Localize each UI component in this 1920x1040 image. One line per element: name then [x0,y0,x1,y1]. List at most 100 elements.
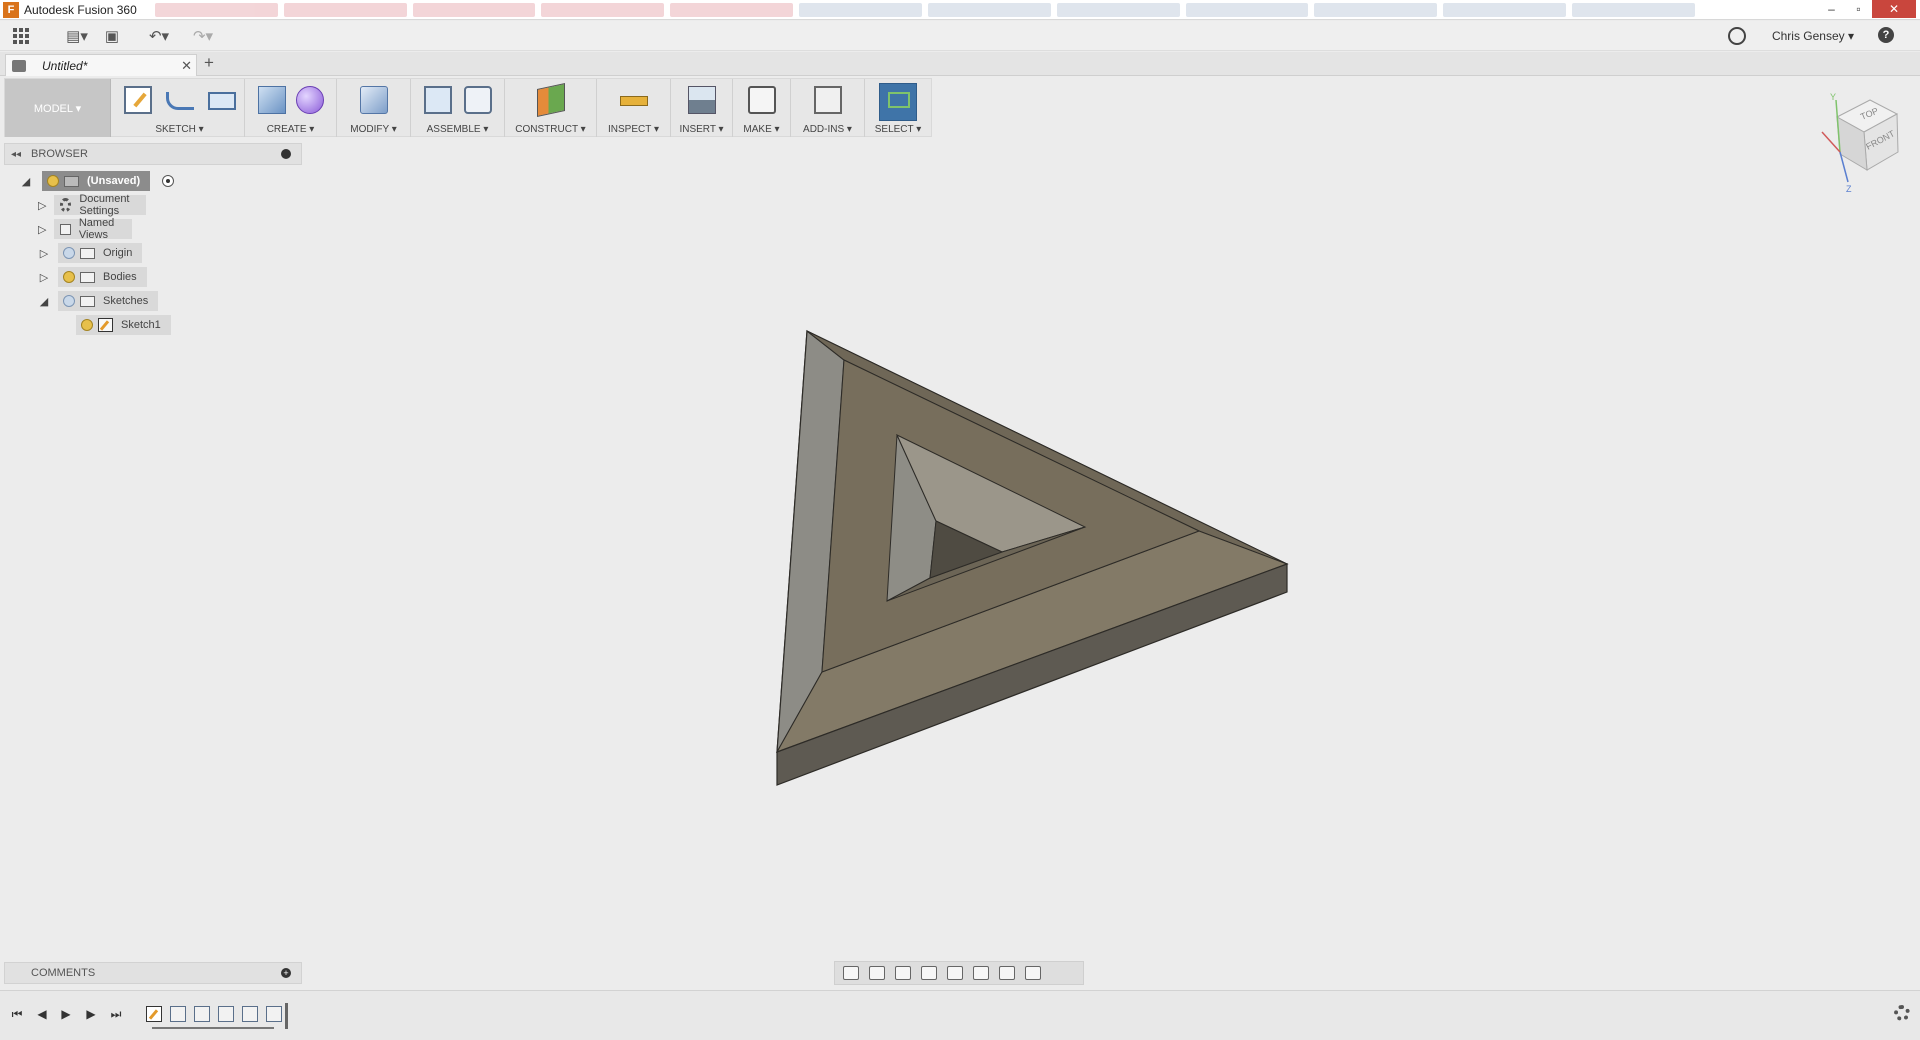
measure-icon[interactable] [619,96,648,106]
timeline-first-button[interactable]: ⏮ [10,1007,24,1021]
tree-item-sketches[interactable]: ◢ Sketches [38,291,159,311]
collapse-icon[interactable]: ◢ [38,295,50,308]
addins-group: ADD-INS ▾ [791,79,865,137]
sketch-menu[interactable]: SKETCH ▾ [115,124,244,135]
scripts-addins-icon[interactable] [813,86,842,114]
browser-panel-header: ◂◂ BROWSER [4,143,302,165]
z-axis-label: Z [1846,184,1852,194]
timeline-settings-gear-icon[interactable] [1894,1005,1910,1021]
create-sketch-icon[interactable] [123,86,152,114]
line-icon[interactable] [165,92,194,110]
timeline-marker[interactable] [285,1003,288,1029]
timeline-last-button[interactable]: ⏭ [109,1007,123,1021]
select-group: SELECT ▾ [865,79,931,137]
create-group: CREATE ▾ [245,79,337,137]
3d-print-icon[interactable] [747,86,776,114]
folder-icon [80,247,95,259]
maximize-button[interactable]: ▫ [1845,0,1872,18]
timeline-play-button[interactable]: ▶ [59,1007,73,1021]
extrude-icon[interactable] [257,86,286,114]
select-tool-icon[interactable] [879,83,917,121]
display-settings-icon[interactable] [973,966,989,980]
activate-component-icon[interactable] [162,175,175,187]
assemble-menu[interactable]: ASSEMBLE ▾ [411,124,504,135]
construct-menu[interactable]: CONSTRUCT ▾ [505,124,596,135]
addins-menu[interactable]: ADD-INS ▾ [791,124,864,135]
document-tab[interactable]: Untitled* ✕ [5,54,197,76]
create-form-icon[interactable] [295,86,324,114]
create-menu[interactable]: CREATE ▾ [245,124,336,135]
expand-icon[interactable]: ▷ [38,223,46,236]
insert-image-icon[interactable] [687,86,716,114]
look-at-icon[interactable] [869,966,885,980]
timeline-chamfer-feature-icon[interactable] [218,1006,234,1022]
browser-pin-icon[interactable] [281,149,291,159]
viewport-canvas[interactable] [302,140,1802,950]
user-account-menu[interactable]: Chris Gensey ▾ [1772,29,1854,43]
timeline-extrude-feature-icon[interactable] [266,1006,282,1022]
root-label: (Unsaved) [87,175,141,187]
select-menu[interactable]: SELECT ▾ [865,124,931,135]
document-tab-label: Untitled* [42,58,88,73]
close-tab-icon[interactable]: ✕ [181,58,192,74]
expand-icon[interactable]: ▷ [38,247,50,260]
grid-settings-icon[interactable] [999,966,1015,980]
document-tab-bar: Untitled* ✕ [0,52,1920,76]
job-status-clock-icon[interactable] [1728,27,1746,45]
rectangle-icon[interactable] [207,92,236,110]
make-menu[interactable]: MAKE ▾ [733,124,790,135]
new-tab-button[interactable]: + [204,53,214,73]
redo-icon[interactable]: ↷▾ [188,25,218,47]
viewcube[interactable]: TOP FRONT Y Z [1812,92,1912,202]
joint-icon[interactable] [463,86,492,114]
timeline-sketch-feature-icon[interactable] [146,1006,162,1022]
data-panel-grid-icon[interactable] [13,27,29,44]
visibility-bulb-icon[interactable] [63,271,75,283]
component-icon [64,175,79,187]
pan-icon[interactable] [895,966,911,980]
timeline-extrude-feature-icon[interactable] [242,1006,258,1022]
save-icon[interactable]: ▣ [102,25,122,47]
workspace-switcher[interactable]: MODEL ▾ [5,79,111,137]
tree-root[interactable]: ◢ (Unsaved) [20,171,175,191]
visibility-bulb-off-icon[interactable] [63,247,75,259]
expand-icon[interactable]: ▷ [38,271,50,284]
inspect-menu[interactable]: INSPECT ▾ [597,124,670,135]
visibility-bulb-icon[interactable] [81,319,93,331]
undo-icon[interactable]: ↶▾ [144,25,174,47]
expand-icon[interactable]: ▷ [38,199,46,212]
zoom-icon[interactable] [921,966,937,980]
collapse-browser-icon[interactable]: ◂◂ [11,149,21,160]
help-icon[interactable]: ? [1878,27,1894,43]
orbit-icon[interactable] [843,966,859,980]
timeline-prev-button[interactable]: ◀ [35,1007,49,1021]
tree-item-origin[interactable]: ▷ Origin [38,243,143,263]
tree-item-bodies[interactable]: ▷ Bodies [38,267,147,287]
tree-item-sketch1[interactable]: Sketch1 [76,315,171,335]
press-pull-icon[interactable] [359,86,388,114]
gear-icon [60,198,72,212]
sketch-group: SKETCH ▾ [115,79,245,137]
insert-menu[interactable]: INSERT ▾ [671,124,732,135]
viewports-icon[interactable] [1025,966,1041,980]
minimize-button[interactable]: – [1818,0,1845,18]
triangular-body[interactable] [775,329,1289,786]
close-window-button[interactable]: ✕ [1872,0,1916,18]
tree-item-document-settings[interactable]: ▷ Document Settings [38,193,147,217]
visibility-bulb-off-icon[interactable] [63,295,75,307]
visibility-bulb-icon[interactable] [47,175,59,187]
timeline-extrude-feature-icon[interactable] [194,1006,210,1022]
modify-menu[interactable]: MODIFY ▾ [337,124,410,135]
file-menu-icon[interactable]: ▤▾ [64,25,90,47]
add-comment-icon[interactable]: + [281,968,291,978]
document-icon [12,59,26,72]
collapse-root-icon[interactable]: ◢ [20,175,32,188]
offset-plane-icon[interactable] [536,83,565,117]
timeline-next-button[interactable]: ▶ [84,1007,98,1021]
timeline: ⏮ ◀ ▶ ▶ ⏭ [0,990,1920,1040]
tree-item-named-views[interactable]: ▷ Named Views [38,217,133,241]
fit-icon[interactable] [947,966,963,980]
new-component-icon[interactable] [423,86,452,114]
timeline-extrude-feature-icon[interactable] [170,1006,186,1022]
folder-icon [80,271,95,283]
